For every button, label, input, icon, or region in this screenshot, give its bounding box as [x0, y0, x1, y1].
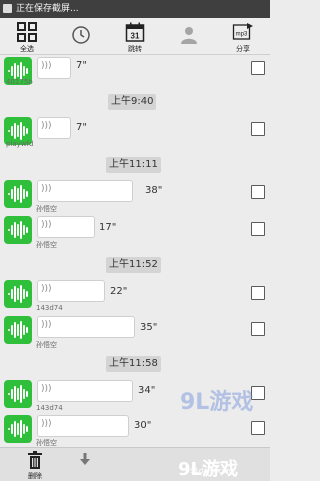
sender-name: 孙悟空 — [36, 241, 57, 249]
watermark-url: 91danji.com — [190, 467, 234, 475]
sound-wave-icon: ))) — [41, 284, 52, 294]
duration: 35" — [140, 322, 158, 333]
waveform-icon — [8, 321, 28, 339]
sender-name: 孙悟空 — [36, 341, 57, 349]
toolbar: 全选 31 跳转 mp3 分享 — [0, 18, 270, 55]
status-bar: 正在保存截屏... — [0, 0, 270, 18]
voice-avatar — [4, 280, 32, 308]
duration: 7" — [76, 122, 87, 133]
delete-button[interactable]: 删除 — [20, 448, 50, 481]
row-checkbox[interactable] — [251, 322, 265, 336]
voice-avatar — [4, 415, 32, 443]
select-all-label: 全选 — [20, 45, 34, 53]
row-checkbox[interactable] — [251, 122, 265, 136]
voice-bubble[interactable]: ))) — [37, 57, 71, 79]
time-separator: 上午11:52 — [106, 257, 161, 273]
clock-button[interactable] — [54, 18, 108, 54]
time-separator: 上午11:11 — [106, 157, 161, 173]
sound-wave-icon: ))) — [41, 121, 52, 131]
person-icon — [181, 27, 197, 44]
sender-name: 孙悟空 — [36, 205, 57, 213]
sound-wave-icon: ))) — [41, 320, 52, 330]
voice-bubble[interactable]: ))) — [37, 117, 71, 139]
calendar-icon: 31 — [125, 22, 145, 42]
voice-avatar — [4, 216, 32, 244]
voice-avatar — [4, 316, 32, 344]
sender-name: 143d74 — [36, 304, 63, 312]
row-checkbox[interactable] — [251, 185, 265, 199]
waveform-icon — [8, 420, 28, 438]
voice-avatar — [4, 180, 32, 208]
duration: 38" — [145, 185, 163, 196]
sender-name: playwfd — [6, 140, 34, 148]
select-all-button[interactable]: 全选 — [0, 18, 54, 54]
voice-bubble[interactable]: ))) — [37, 316, 135, 338]
share-button[interactable]: mp3 分享 — [216, 18, 270, 54]
jump-button[interactable]: 31 跳转 — [108, 18, 162, 54]
contact-button[interactable] — [162, 18, 216, 54]
time-separator: 上午11:58 — [106, 356, 161, 372]
time-separator: 上午9:40 — [108, 94, 157, 110]
voice-bubble[interactable]: ))) — [37, 415, 129, 437]
row-checkbox[interactable] — [251, 286, 265, 300]
row-checkbox[interactable] — [251, 61, 265, 75]
row-checkbox[interactable] — [251, 222, 265, 236]
duration: 17" — [99, 222, 117, 233]
voice-bubble[interactable]: ))) — [37, 380, 133, 402]
status-text: 正在保存截屏... — [16, 4, 79, 14]
mp3-text: mp3 — [236, 32, 248, 38]
sound-wave-icon: ))) — [41, 61, 52, 71]
duration: 30" — [134, 420, 152, 431]
screenshot-icon — [3, 4, 12, 13]
clock-icon — [72, 26, 90, 44]
waveform-icon — [8, 285, 28, 303]
waveform-icon — [8, 221, 28, 239]
duration: 22" — [110, 286, 128, 297]
download-button[interactable] — [76, 448, 94, 481]
voice-bubble[interactable]: ))) — [37, 216, 95, 238]
duration: 7" — [76, 60, 87, 71]
share-label: 分享 — [236, 45, 250, 53]
sound-wave-icon: ))) — [41, 419, 52, 429]
sound-wave-icon: ))) — [41, 184, 52, 194]
voice-bubble[interactable]: ))) — [37, 280, 105, 302]
sound-wave-icon: ))) — [41, 384, 52, 394]
mp3-share-icon: mp3 — [232, 23, 253, 40]
sender-name: 40175b — [6, 78, 33, 86]
waveform-icon — [8, 385, 28, 403]
duration: 34" — [138, 385, 156, 396]
sound-wave-icon: ))) — [41, 220, 52, 230]
trash-icon — [28, 451, 42, 469]
voice-bubble[interactable]: ))) — [37, 180, 133, 202]
grid-icon — [17, 22, 37, 42]
voice-message-list: ))) 7" 40175b 上午9:40 ))) 7" playwfd 上午11… — [0, 55, 270, 480]
row-checkbox[interactable] — [251, 421, 265, 435]
watermark-faint: 9L游戏 — [180, 390, 254, 415]
down-arrow-icon — [80, 453, 90, 465]
jump-label: 跳转 — [128, 45, 142, 53]
waveform-icon — [8, 185, 28, 203]
voice-avatar — [4, 380, 32, 408]
calendar-day: 31 — [131, 32, 140, 41]
sender-name: 143d74 — [36, 404, 63, 412]
